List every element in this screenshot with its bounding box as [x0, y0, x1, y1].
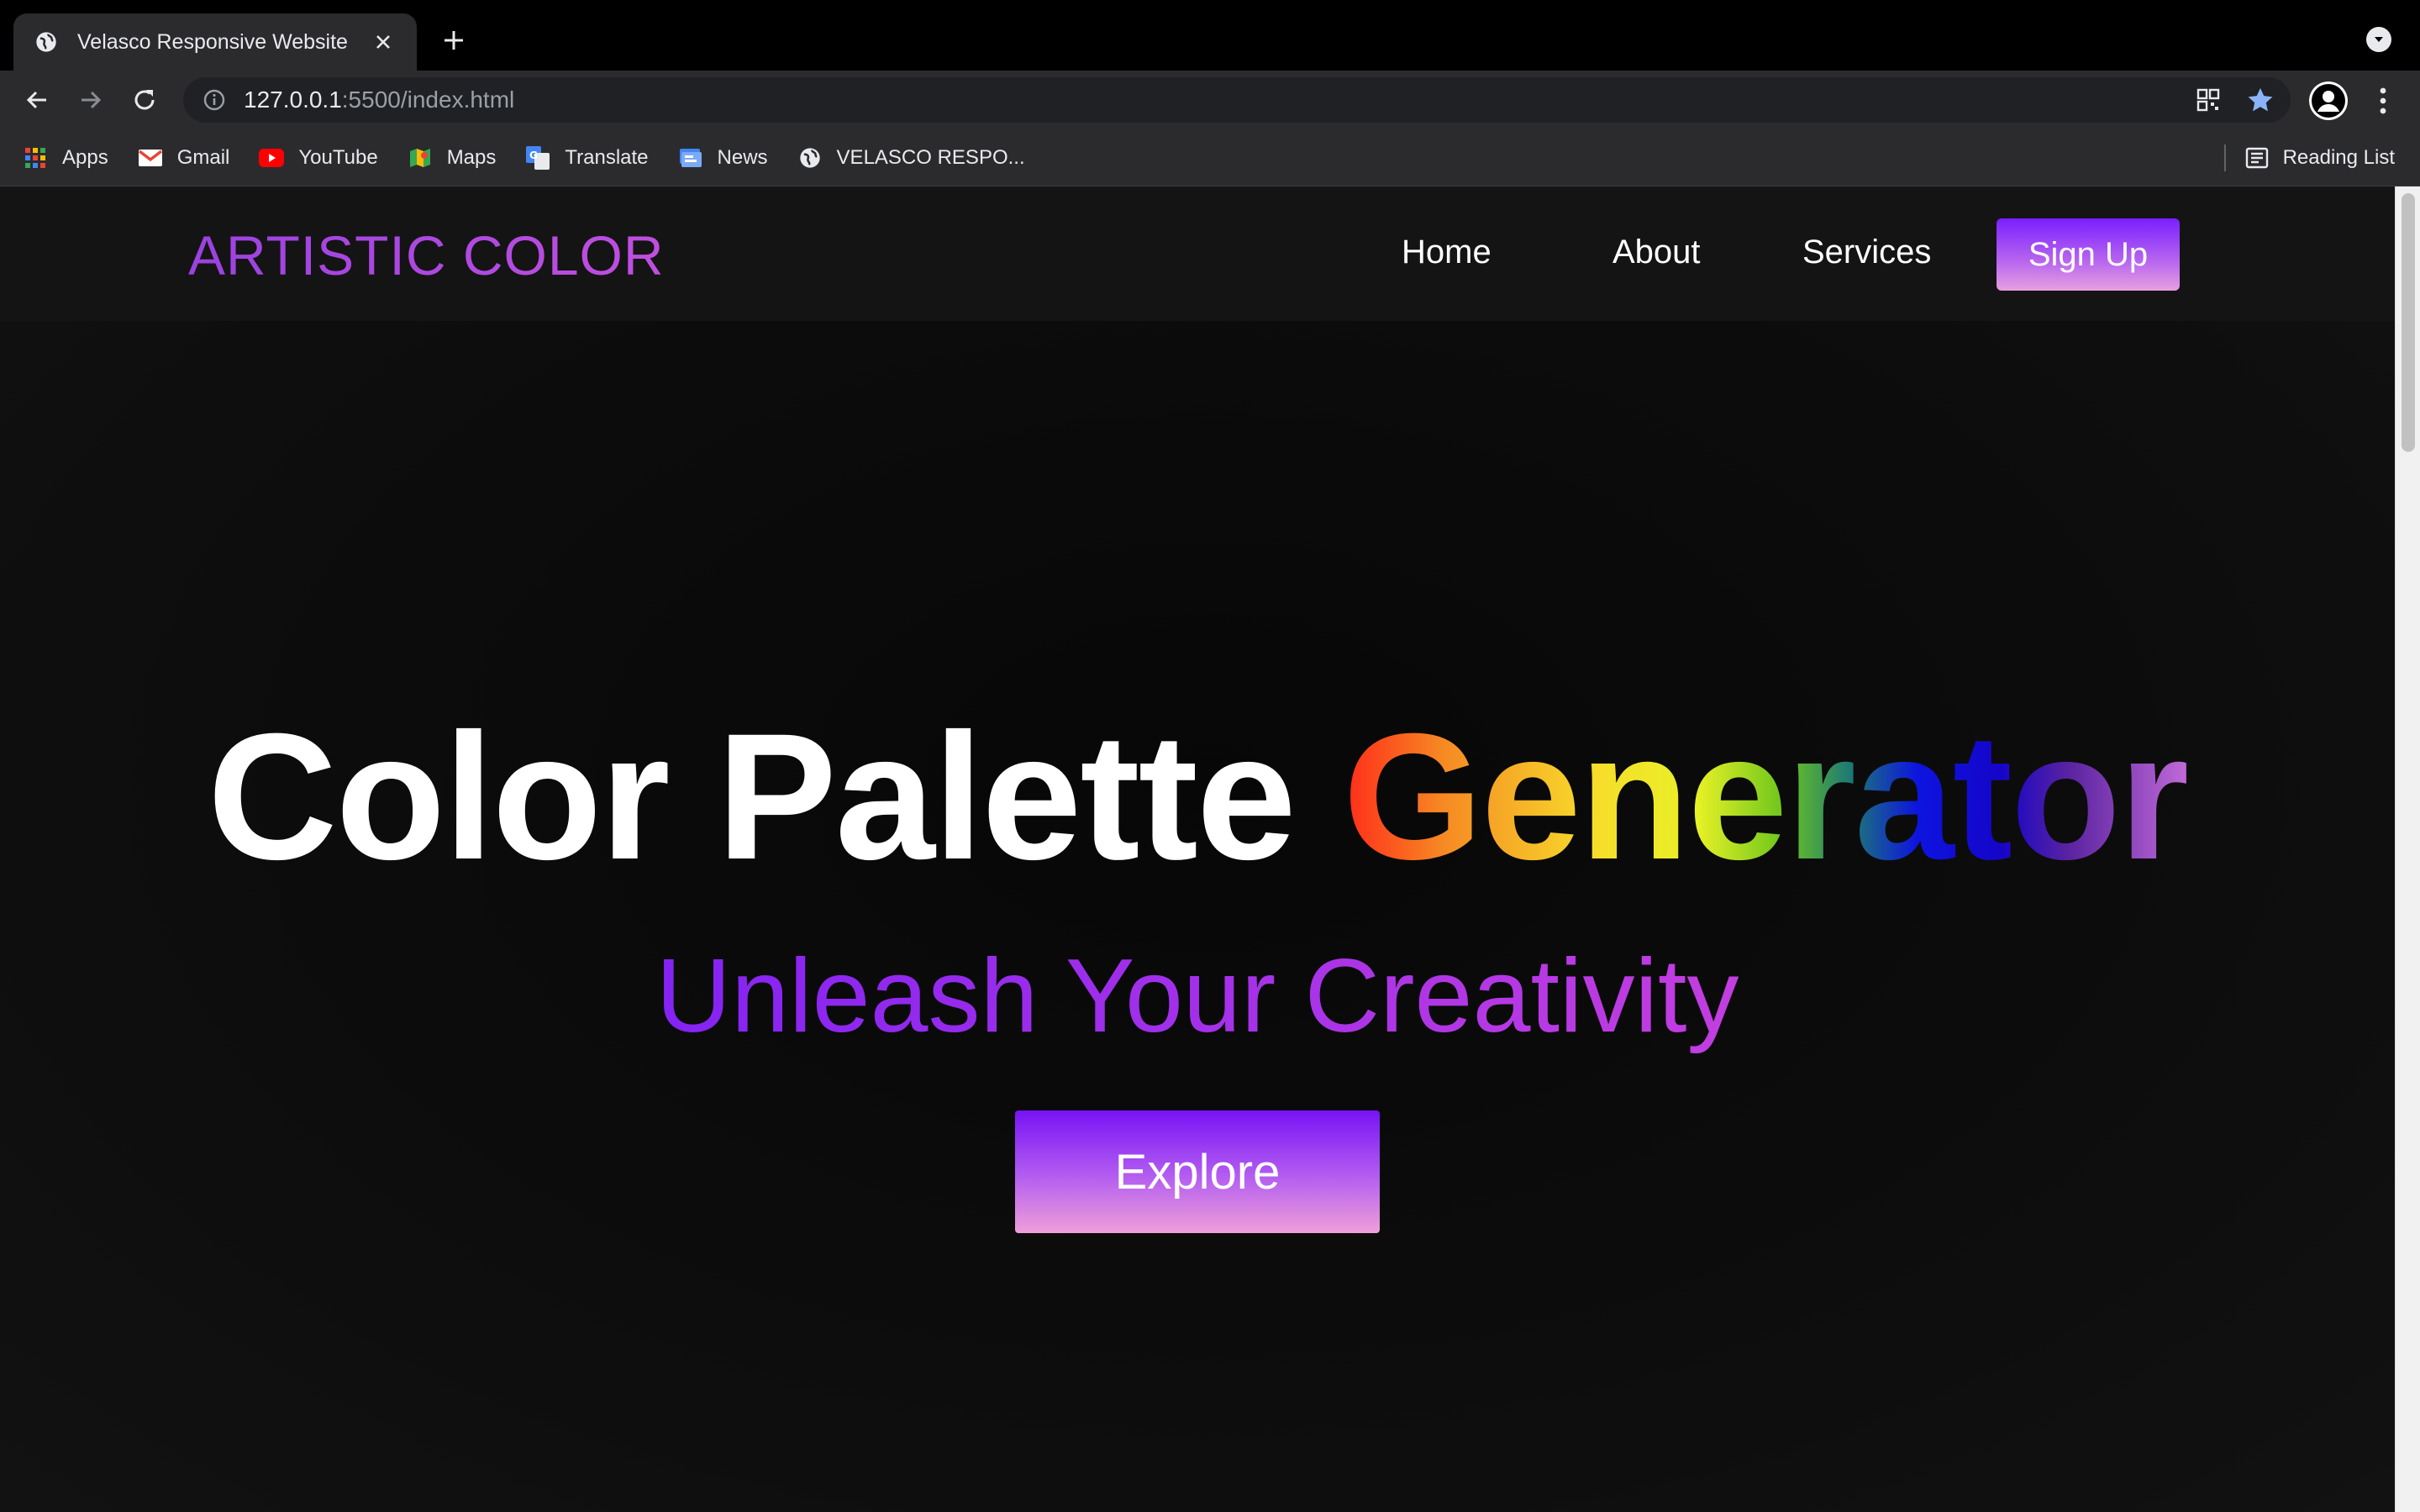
maps-icon	[407, 144, 434, 171]
reading-list-button[interactable]: Reading List	[2223, 129, 2395, 186]
youtube-icon	[258, 144, 285, 171]
tab-strip: Velasco Responsive Website	[0, 0, 2420, 71]
news-icon	[677, 144, 704, 171]
reading-list-label: Reading List	[2282, 146, 2395, 169]
close-tab-icon[interactable]	[370, 29, 397, 55]
new-tab-button[interactable]	[435, 22, 472, 59]
browser-toolbar: 127.0.0.1:5500/index.html	[0, 71, 2420, 129]
bookmark-translate[interactable]: G Translate	[524, 144, 649, 171]
bookmark-label: Maps	[446, 145, 497, 169]
profile-avatar-icon[interactable]	[2309, 81, 2348, 120]
globe-icon	[34, 29, 59, 55]
site-header: ARTISTIC COLOR Home About Services Sign …	[0, 186, 2395, 321]
nav-home-link[interactable]: Home	[1402, 234, 1491, 271]
bookmark-maps[interactable]: Maps	[407, 144, 497, 171]
bookmark-apps[interactable]: Apps	[22, 144, 108, 171]
hero-title: Color Palette Generator	[0, 707, 2395, 887]
tab-title: Velasco Responsive Website	[77, 29, 348, 54]
forward-button[interactable]	[72, 81, 109, 118]
globe-icon	[797, 144, 823, 171]
apps-grid-icon	[22, 144, 49, 171]
hero-subtitle-text: Unleash Your Creativity	[655, 938, 1739, 1054]
back-button[interactable]	[18, 81, 55, 118]
sign-up-button[interactable]: Sign Up	[1996, 218, 2180, 291]
site-logo[interactable]: ARTISTIC COLOR	[188, 223, 665, 287]
nav-about-link[interactable]: About	[1612, 234, 1701, 271]
bookmark-youtube[interactable]: YouTube	[258, 144, 378, 171]
translate-icon: G	[524, 144, 551, 171]
gmail-icon	[137, 144, 164, 171]
hero-subtitle: Unleash Your Creativity	[0, 944, 2395, 1048]
bookmark-label: Translate	[565, 145, 649, 169]
bookmark-news[interactable]: News	[677, 144, 768, 171]
url-path: :5500/index.html	[341, 87, 515, 113]
bookmark-label: VELASCO RESPO...	[836, 145, 1025, 169]
bookmark-star-icon[interactable]	[2242, 81, 2279, 118]
qr-code-icon[interactable]	[2190, 81, 2227, 118]
bookmark-label: Gmail	[176, 145, 230, 169]
page-scrollbar[interactable]	[2395, 186, 2420, 1512]
hero-title-plain: Color Palette	[207, 696, 1344, 897]
nav-services-link[interactable]: Services	[1802, 234, 1931, 271]
explore-button[interactable]: Explore	[1015, 1110, 1380, 1233]
bookmark-label: Apps	[62, 145, 108, 169]
bookmark-velasco[interactable]: VELASCO RESPO...	[797, 144, 1025, 171]
scrollbar-thumb[interactable]	[2402, 193, 2415, 452]
address-bar[interactable]: 127.0.0.1:5500/index.html	[183, 77, 2291, 123]
bookmarks-bar: Apps Gmail YouTube Maps G Translate News	[0, 129, 2420, 186]
bookmarks-divider	[2223, 144, 2226, 171]
site-info-icon[interactable]	[202, 87, 227, 113]
page-viewport: ARTISTIC COLOR Home About Services Sign …	[0, 186, 2420, 1512]
url-host: 127.0.0.1	[244, 87, 342, 113]
bookmark-label: News	[717, 145, 768, 169]
svg-text:G: G	[529, 150, 538, 161]
reading-list-icon	[2244, 145, 2270, 171]
browser-menu-icon[interactable]	[2366, 81, 2400, 120]
hero-title-rainbow: Generator	[1343, 696, 2189, 897]
reload-button[interactable]	[126, 81, 163, 118]
tab-search-icon[interactable]	[2366, 27, 2391, 52]
bookmark-label: YouTube	[298, 145, 378, 169]
browser-tab[interactable]: Velasco Responsive Website	[13, 13, 417, 71]
bookmark-gmail[interactable]: Gmail	[137, 144, 230, 171]
